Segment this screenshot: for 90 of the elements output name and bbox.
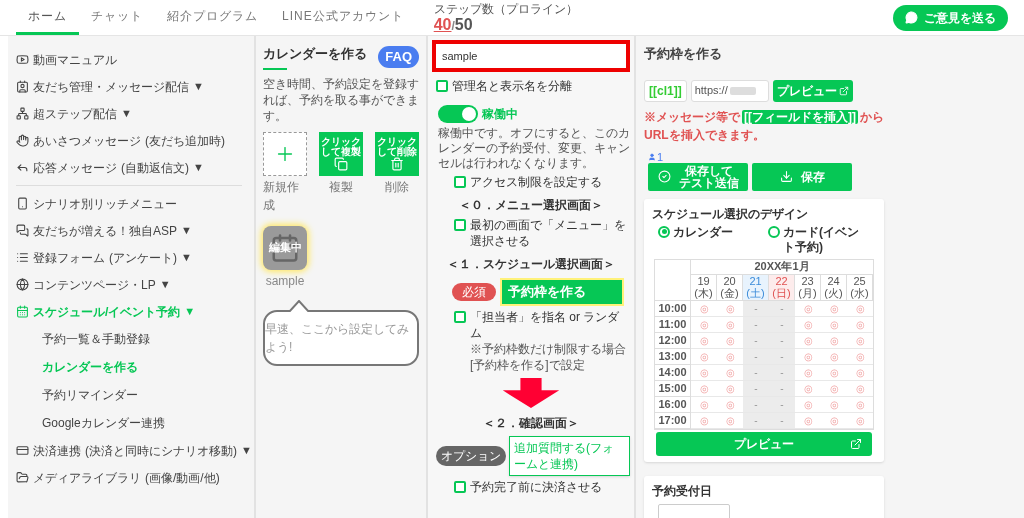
radio-label: カード(イベント予約) xyxy=(783,224,860,255)
faq-button[interactable]: FAQ xyxy=(378,46,419,68)
radio-button[interactable] xyxy=(768,225,780,238)
checkbox[interactable] xyxy=(436,80,448,92)
calendar-tag: [[cl1]] xyxy=(644,79,687,102)
day-header: 23 (月) xyxy=(795,274,821,301)
panel-description: 空き時間、予約設定を登録すれば、予約を取る事ができます。 xyxy=(263,75,419,124)
name-field[interactable]: sample xyxy=(432,40,630,72)
checkbox-label: 予約完了前に決済させる xyxy=(470,479,602,495)
sidebar-subitem[interactable]: 予約リマインダー xyxy=(16,381,250,409)
checkbox[interactable] xyxy=(454,481,466,493)
external-link-icon xyxy=(838,85,849,96)
url-field[interactable]: https:// xyxy=(690,79,769,102)
hierarchy-icon xyxy=(16,107,29,120)
notice-text: ※メッセージ等で [[フィールドを挿入]] からURLを挿入できます。 xyxy=(644,108,885,144)
nav-tab[interactable]: LINE公式アカウント xyxy=(270,0,416,35)
toggle-label: 稼働中 xyxy=(482,106,518,123)
check-circle-icon xyxy=(657,170,671,183)
day-header: 20 (金) xyxy=(717,274,743,301)
trash-icon xyxy=(390,156,404,171)
option-badge: オプション xyxy=(436,446,506,466)
day-header: 21 (土) xyxy=(743,274,769,301)
folder-icon xyxy=(16,471,29,484)
tile-label: 削除 xyxy=(385,178,409,196)
reply-arrow-icon xyxy=(16,161,29,174)
calendar-name: sample xyxy=(265,272,305,290)
new-calendar-button[interactable] xyxy=(263,131,307,176)
status-description: 稼働中です。オフにすると、このカレンダーの予約受付、変更、キャンセルは行われなくなります。 xyxy=(437,126,630,171)
address-book-icon xyxy=(16,80,29,93)
card-title: 予約受付日 xyxy=(652,482,713,500)
blurred-text xyxy=(729,86,756,95)
step-counter-label: ステップ数（プロライン） xyxy=(433,2,578,15)
nav-tab[interactable]: 紹介プログラム xyxy=(155,0,270,35)
user-icon xyxy=(648,153,656,161)
toggle-switch[interactable] xyxy=(438,105,478,123)
sidebar-item[interactable]: メディアライブラリ (画像/動画/他) xyxy=(16,464,250,491)
member-count: 1 xyxy=(657,151,664,163)
section-heading: ＜２．確認画面＞ xyxy=(482,415,580,432)
bubble-text: 早速、ここから設定してみよう! xyxy=(265,320,410,356)
step-counter: 40/50 xyxy=(433,16,474,33)
sidebar-item[interactable]: 友だちが増える！独自ASP ▼ xyxy=(16,217,250,244)
sidebar-item[interactable]: あいさつメッセージ (友だち追加時) xyxy=(16,127,250,154)
calendar-icon xyxy=(270,232,300,263)
panel-title: カレンダーを作る xyxy=(263,45,367,63)
day-header: 22 (日) xyxy=(769,274,795,301)
sidebar-item[interactable]: 登録フォーム (アンケート) ▼ xyxy=(16,244,250,271)
date-field[interactable] xyxy=(658,503,730,518)
section-heading: ＜０．メニュー選択画面＞ xyxy=(458,197,604,214)
tile-label: 新規作成 xyxy=(263,178,300,214)
radio-label: カレンダー xyxy=(673,224,733,240)
checkbox-label: 管理名と表示名を分離 xyxy=(452,78,572,95)
checkbox[interactable] xyxy=(454,219,466,231)
video-icon xyxy=(16,53,29,66)
checkbox[interactable] xyxy=(454,311,466,323)
sidebar-item[interactable]: シナリオ別リッチメニュー xyxy=(16,190,250,217)
day-header: 25 (水) xyxy=(847,274,873,301)
smartphone-icon xyxy=(16,197,29,210)
checkbox-label: 「担当者」を指名 or ランダム xyxy=(470,309,621,341)
checkbox-note: ※予約枠数だけ制限する場合[予約枠を作る]で設定 xyxy=(470,341,627,373)
sidebar-item[interactable]: 決済連携 (決済と同時にシナリオ移動) ▼ xyxy=(16,437,250,464)
copy-icon xyxy=(334,156,348,171)
speech-bubble-icon xyxy=(905,11,918,24)
panel-title: 予約枠を作る xyxy=(644,45,723,63)
required-badge: 必須 xyxy=(452,283,496,301)
credit-card-icon xyxy=(16,444,29,457)
card-title: スケジュール選択のデザイン xyxy=(652,205,809,223)
sidebar-item[interactable]: 応答メッセージ (自動返信文) ▼ xyxy=(16,154,250,181)
checkbox[interactable] xyxy=(454,176,466,188)
globe-icon xyxy=(16,278,29,291)
checkbox-label: 最初の画面で「メニュー」を選択させる xyxy=(470,217,627,249)
hand-icon xyxy=(16,134,29,147)
month-header: 20XX年1月 xyxy=(691,259,873,275)
calendar-icon xyxy=(16,305,29,318)
sidebar-item[interactable]: 超ステップ配信 ▼ xyxy=(16,100,250,127)
external-link-icon xyxy=(850,437,862,450)
day-header: 19 (木) xyxy=(691,274,717,301)
checkbox-label: アクセス制限を設定する xyxy=(470,174,602,190)
day-header: 24 (火) xyxy=(821,274,847,301)
sidebar-item[interactable]: 友だち管理・メッセージ配信 ▼ xyxy=(16,73,250,100)
sidebar-item[interactable]: 動画マニュアル xyxy=(16,46,250,73)
sidebar-subitem[interactable]: Googleカレンダー連携 xyxy=(16,409,250,437)
sidebar-subitem[interactable]: 予約一覧＆手動登録 xyxy=(16,325,250,353)
tile-label: 複製 xyxy=(329,178,353,196)
sidebar-item[interactable]: コンテンツページ・LP ▼ xyxy=(16,271,250,298)
download-icon xyxy=(779,170,793,183)
chat-bubbles-icon xyxy=(16,224,29,237)
list-icon xyxy=(16,251,29,264)
section-heading: ＜１．スケジュール選択画面＞ xyxy=(446,256,616,273)
nav-tab[interactable]: チャット xyxy=(79,0,155,35)
radio-button[interactable] xyxy=(658,225,670,238)
